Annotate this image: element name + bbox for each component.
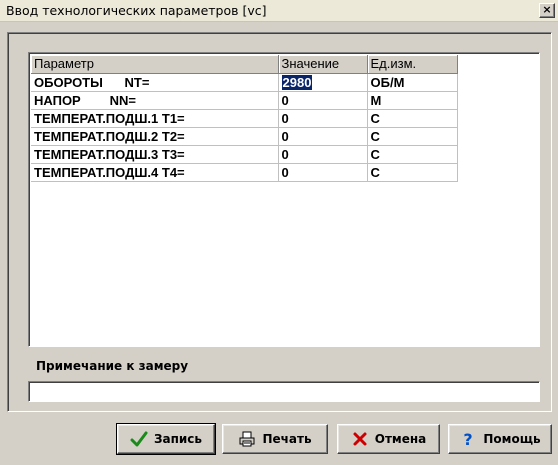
column-header-parameter[interactable]: Параметр <box>31 55 279 74</box>
question-icon: ? <box>459 430 477 448</box>
help-button-label: Помощь <box>483 432 541 446</box>
cell-value[interactable]: 0 <box>278 163 368 182</box>
cell-unit[interactable]: С <box>367 163 458 182</box>
parameters-grid[interactable]: Параметр Значение Ед.изм. ОБОРОТЫ NT= 29… <box>28 52 540 347</box>
printer-icon <box>238 430 256 448</box>
cell-value[interactable]: 0 <box>278 127 368 146</box>
note-label: Примечание к замеру <box>36 359 189 373</box>
cell-unit[interactable]: ОБ/М <box>367 73 458 92</box>
title-bar[interactable]: Ввод технологических параметров [vc] × <box>0 0 558 22</box>
table-row[interactable]: ТЕМПЕРАТ.ПОДШ.2 T2= 0 С <box>31 127 458 146</box>
cell-value[interactable]: 2980 <box>278 73 368 92</box>
cell-value[interactable]: 0 <box>278 109 368 128</box>
cell-value[interactable]: 0 <box>278 145 368 164</box>
parameters-table: Параметр Значение Ед.изм. ОБОРОТЫ NT= 29… <box>31 55 458 182</box>
cancel-button-label: Отмена <box>374 432 427 446</box>
cross-icon <box>351 430 369 448</box>
table-row[interactable]: ОБОРОТЫ NT= 2980 ОБ/М <box>31 73 458 92</box>
dialog-window: Ввод технологических параметров [vc] × П… <box>0 0 558 465</box>
cell-parameter[interactable]: НАПОР NN= <box>31 91 279 110</box>
save-button-label: Запись <box>153 432 203 446</box>
cell-parameter[interactable]: ТЕМПЕРАТ.ПОДШ.1 T1= <box>31 109 279 128</box>
column-header-value[interactable]: Значение <box>278 55 368 74</box>
cell-unit[interactable]: С <box>367 145 458 164</box>
help-button[interactable]: ? Помощь <box>448 424 552 454</box>
table-row[interactable]: ТЕМПЕРАТ.ПОДШ.3 T3= 0 С <box>31 145 458 164</box>
print-button-label: Печать <box>262 432 312 446</box>
cell-parameter[interactable]: ОБОРОТЫ NT= <box>31 73 279 92</box>
save-button[interactable]: Запись <box>116 423 216 455</box>
cell-parameter[interactable]: ТЕМПЕРАТ.ПОДШ.3 T3= <box>31 145 279 164</box>
window-title: Ввод технологических параметров [vc] <box>6 3 267 18</box>
note-input[interactable] <box>28 381 540 402</box>
close-button[interactable]: × <box>539 3 555 18</box>
selected-value-text[interactable]: 2980 <box>281 74 313 90</box>
table-row[interactable]: НАПОР NN= 0 М <box>31 91 458 110</box>
cell-unit[interactable]: М <box>367 91 458 110</box>
grid-header-row: Параметр Значение Ед.изм. <box>31 55 458 74</box>
column-header-unit[interactable]: Ед.изм. <box>367 55 458 74</box>
cell-value[interactable]: 0 <box>278 91 368 110</box>
cell-parameter[interactable]: ТЕМПЕРАТ.ПОДШ.4 T4= <box>31 163 279 182</box>
cell-parameter[interactable]: ТЕМПЕРАТ.ПОДШ.2 T2= <box>31 127 279 146</box>
cancel-button[interactable]: Отмена <box>337 424 440 454</box>
svg-text:?: ? <box>464 430 473 448</box>
print-button[interactable]: Печать <box>222 424 328 454</box>
cell-unit[interactable]: С <box>367 109 458 128</box>
cell-unit[interactable]: С <box>367 127 458 146</box>
table-row[interactable]: ТЕМПЕРАТ.ПОДШ.1 T1= 0 С <box>31 109 458 128</box>
checkmark-icon <box>130 430 148 448</box>
table-row[interactable]: ТЕМПЕРАТ.ПОДШ.4 T4= 0 С <box>31 163 458 182</box>
